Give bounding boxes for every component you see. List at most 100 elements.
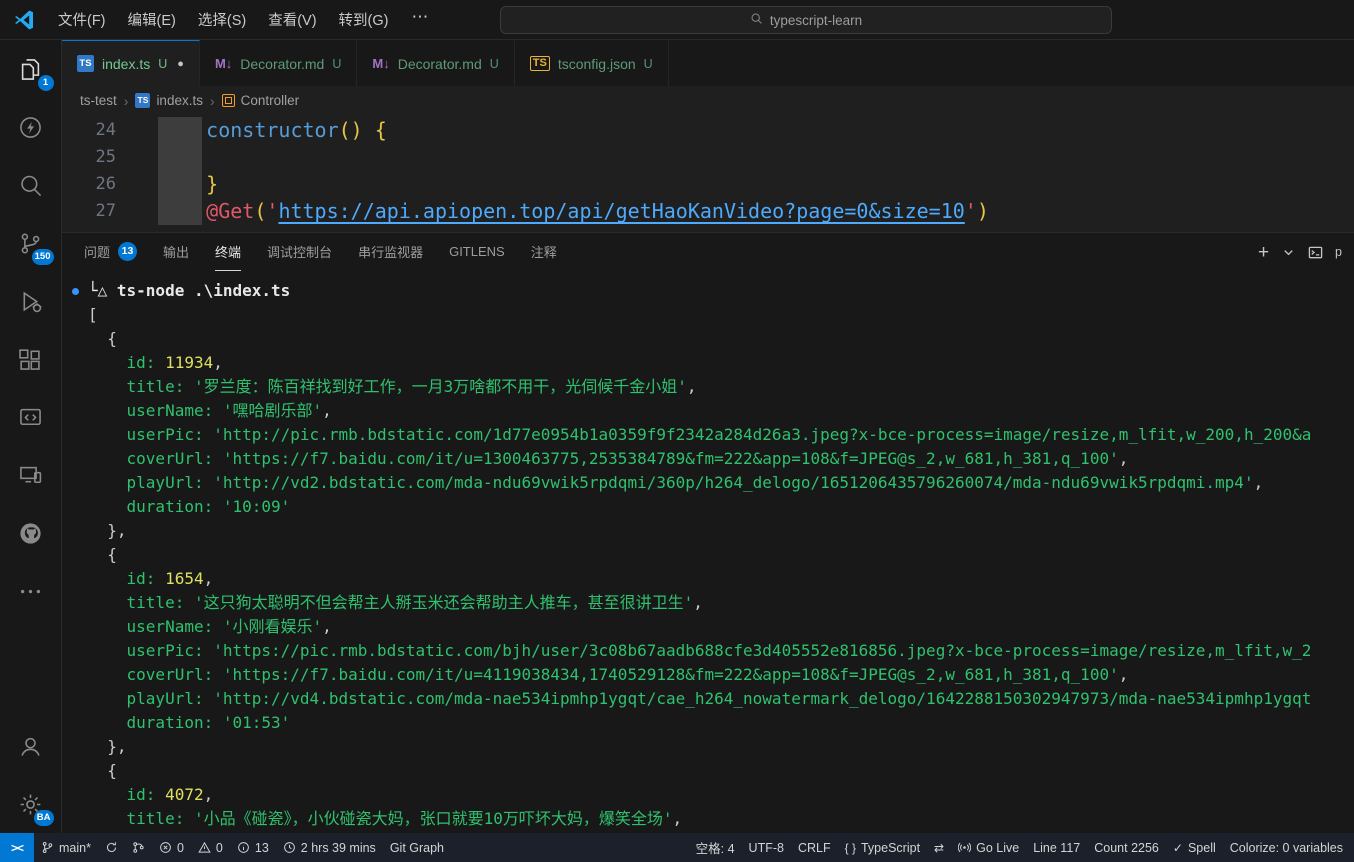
editor-line: 25 [62, 144, 1354, 171]
status-label: main* [59, 841, 91, 855]
tab-decorator-md[interactable]: M↓Decorator.mdU [357, 40, 514, 86]
tab-label: Decorator.md [240, 56, 324, 72]
remote-indicator[interactable]: >< [0, 833, 34, 862]
activity-search[interactable] [0, 156, 62, 214]
code-text: @Get('https://api.apiopen.top/api/getHao… [122, 198, 989, 225]
status-spell-checker[interactable]: ✓Spell [1166, 833, 1223, 862]
status-word-count[interactable]: Count 2256 [1087, 833, 1166, 862]
activity-run-circle[interactable] [0, 98, 62, 156]
activity-live-preview[interactable] [0, 388, 62, 446]
tab-tsconfig-json[interactable]: TStsconfig.jsonU [515, 40, 669, 86]
activity-account[interactable] [0, 717, 62, 775]
menu-item-2[interactable]: 选择(S) [187, 5, 257, 34]
terminal-line: id: 1654, [88, 567, 1354, 591]
terminal-instance-label[interactable]: p [1335, 245, 1342, 259]
panel-tab-串行监视器[interactable]: 串行监视器 [358, 233, 423, 271]
terminal-line: playUrl: 'http://vd4.bdstatic.com/mda-na… [88, 687, 1354, 711]
search-icon [17, 172, 44, 199]
command-decoration-dot[interactable] [72, 288, 79, 295]
status-errors[interactable]: 0 [152, 833, 191, 862]
status-language-mode[interactable]: { }TypeScript [838, 833, 927, 862]
panel-tab-label: 问题 [84, 242, 110, 261]
menu-item-1[interactable]: 编辑(E) [117, 5, 187, 34]
panel-tab-label: 终端 [215, 242, 241, 261]
menu-more-button[interactable]: ⋯ [399, 7, 441, 33]
panel-tab-问题[interactable]: 问题13 [84, 233, 137, 271]
breadcrumb-item-ts-test[interactable]: ts-test [80, 93, 117, 108]
panel-tab-注释[interactable]: 注释 [531, 233, 557, 271]
line-number: 25 [62, 144, 122, 171]
vscode-window: 文件(F)编辑(E)选择(S)查看(V)转到(G)⋯ typescript-le… [0, 0, 1354, 862]
panel-tab-GITLENS[interactable]: GITLENS [449, 233, 505, 271]
panel-tab-输出[interactable]: 输出 [163, 233, 189, 271]
terminal-line: title: '小品《碰瓷》，小伙碰瓷大妈，张口就要10万吓坏大妈，爆笑全场', [88, 807, 1354, 831]
status-git-branch[interactable]: main* [34, 833, 98, 862]
live-preview-icon [17, 404, 44, 431]
breadcrumb-item-controller[interactable]: Controller [222, 93, 300, 108]
activity-github[interactable] [0, 504, 62, 562]
clock-icon [283, 841, 296, 854]
terminal-line: title: '罗兰度：陈百祥找到好工作，一月3万啥都不用干，光伺候千金小姐', [88, 375, 1354, 399]
code-editor[interactable]: 24 constructor() {2526 }27 @Get('https:/… [62, 115, 1354, 232]
panel-tab-terminal[interactable]: 终端 [215, 233, 241, 271]
menu-item-3[interactable]: 查看(V) [257, 5, 327, 34]
git-status-untracked: U [332, 57, 341, 71]
tab-label: tsconfig.json [558, 56, 636, 72]
status-format-toggle[interactable]: ⇄ [927, 833, 951, 862]
tab-decorator-md[interactable]: M↓Decorator.mdU [200, 40, 357, 86]
terminal-dropdown-chevron-icon[interactable] [1281, 245, 1296, 260]
menu-item-4[interactable]: 转到(G) [328, 5, 400, 34]
status-encoding[interactable]: UTF-8 [742, 833, 791, 862]
terminal-output[interactable]: └△ ts-node .\index.ts [ { id: 11934, tit… [62, 271, 1354, 833]
new-terminal-button[interactable]: + [1258, 245, 1269, 260]
terminal-line: [ [88, 303, 1354, 327]
activity-explorer[interactable]: 1 [0, 40, 62, 98]
broadcast-icon [958, 841, 971, 854]
status-colorize[interactable]: Colorize: 0 variables [1223, 833, 1350, 862]
status-infos[interactable]: 13 [230, 833, 276, 862]
panel-tabs: 问题13 输出 终端 调试控制台串行监视器 GITLENS 注释 [84, 233, 583, 271]
command-center-search[interactable]: typescript-learn [500, 6, 1112, 34]
terminal-line: playUrl: 'http://vd2.bdstatic.com/mda-nd… [88, 471, 1354, 495]
activity-settings[interactable]: BA [0, 775, 62, 833]
line-number: 26 [62, 171, 122, 198]
remote-explorer-icon [17, 462, 44, 489]
arrows-icon: ⇄ [934, 841, 944, 855]
line-number: 27 [62, 198, 122, 225]
activity-extensions[interactable] [0, 330, 62, 388]
breadcrumb-item-index-ts[interactable]: TSindex.ts [135, 93, 203, 108]
status-time-tracker[interactable]: 2 hrs 39 mins [276, 833, 383, 862]
terminal-line: userPic: 'http://pic.rmb.bdstatic.com/1d… [88, 423, 1354, 447]
status-label: UTF-8 [749, 841, 784, 855]
status-line-count[interactable]: Line 117 [1026, 833, 1087, 862]
line-number: 24 [62, 117, 122, 144]
terminal-line: }, [88, 735, 1354, 759]
status-git-graph[interactable]: Git Graph [383, 833, 451, 862]
status-label: Spell [1188, 841, 1216, 855]
activity-more[interactable] [0, 562, 62, 620]
symbol-class-icon [222, 94, 235, 107]
dirty-dot-icon[interactable]: ● [177, 58, 184, 70]
editor-line: 26 } [62, 171, 1354, 198]
status-right: 空格: 4 UTF-8 CRLF{ }TypeScript ⇄ Go LiveLine … [689, 833, 1354, 862]
status-eol[interactable]: CRLF [791, 833, 838, 862]
panel-tab-调试控制台[interactable]: 调试控制台 [267, 233, 332, 271]
status-sync[interactable] [98, 833, 125, 862]
breadcrumb-separator: › [210, 93, 215, 109]
terminal-lines: [ { id: 11934, title: '罗兰度：陈百祥找到好工作，一月3万… [88, 303, 1354, 831]
activity-source-control[interactable]: 150 [0, 214, 62, 272]
tab-label: Decorator.md [398, 56, 482, 72]
activity-remote-explorer[interactable] [0, 446, 62, 504]
activity-run-debug[interactable] [0, 272, 62, 330]
error-icon [159, 841, 172, 854]
status-go-live[interactable]: Go Live [951, 833, 1026, 862]
status-git-graph-view[interactable] [125, 833, 152, 862]
status-warnings[interactable]: 0 [191, 833, 230, 862]
terminal-profile-icon[interactable] [1308, 245, 1323, 260]
tab-index-ts[interactable]: TSindex.tsU● [62, 40, 200, 86]
status-indentation[interactable]: 空格: 4 [689, 833, 742, 862]
breadcrumb-separator: › [124, 93, 129, 109]
menu-item-0[interactable]: 文件(F) [47, 5, 117, 34]
typescript-file-icon: TS [135, 93, 150, 108]
terminal-line: coverUrl: 'https://f7.baidu.com/it/u=411… [88, 663, 1354, 687]
